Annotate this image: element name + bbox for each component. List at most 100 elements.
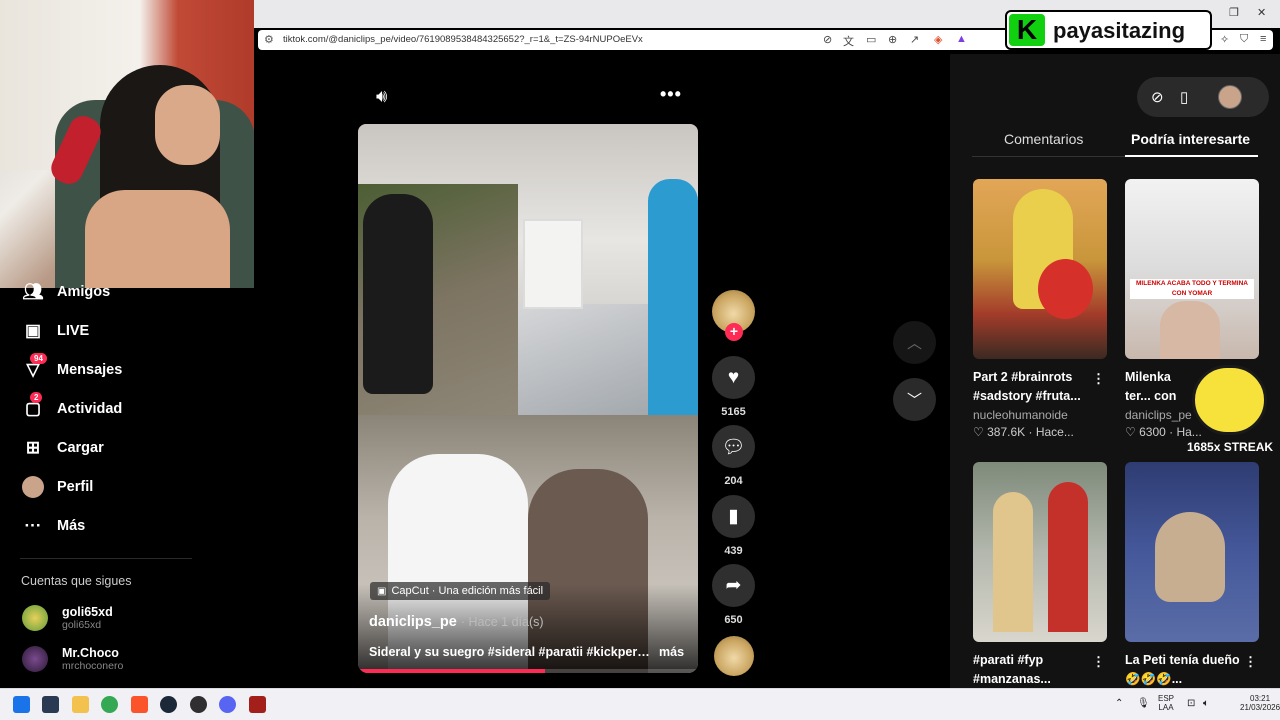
like-action[interactable]: ♥ 5165 bbox=[712, 356, 755, 418]
volume-tray-icon[interactable]: 🔈︎ bbox=[1203, 698, 1209, 709]
messages-badge: 94 bbox=[30, 353, 47, 364]
video-thumbnail[interactable] bbox=[973, 462, 1107, 642]
site-info-icon[interactable]: ⚙ bbox=[264, 33, 274, 46]
rewards-icon[interactable]: ▲ bbox=[956, 33, 967, 45]
video-thumbnail[interactable] bbox=[973, 179, 1107, 359]
video-frame-top bbox=[358, 124, 698, 415]
avatar bbox=[22, 605, 48, 631]
heart-icon[interactable]: ♥ bbox=[712, 356, 755, 399]
profile-avatar bbox=[22, 476, 44, 498]
sidebar-item-cargar[interactable]: ⊞ Cargar bbox=[22, 436, 104, 460]
thumb-caption: MILENKA ACABA TODO Y TERMINA CON YOMAR bbox=[1130, 279, 1254, 299]
compass-icon[interactable]: ⊘ bbox=[1151, 88, 1164, 106]
chrome-icon[interactable] bbox=[101, 696, 118, 713]
zoom-icon[interactable]: ⊕ bbox=[888, 33, 897, 46]
video-progress-fill bbox=[358, 669, 545, 673]
share-icon[interactable]: ↗ bbox=[910, 33, 919, 46]
capcut-badge[interactable]: ▣ CapCut · Una edición más fácil bbox=[370, 582, 551, 600]
video-player[interactable]: ▣ CapCut · Una edición más fácil danicli… bbox=[358, 124, 698, 673]
network-icon[interactable]: ⊡ bbox=[1187, 698, 1195, 709]
comment-icon[interactable]: 💬︎ bbox=[712, 425, 755, 468]
messages-icon: ▽ 94 bbox=[22, 353, 47, 381]
sidebar-item-actividad[interactable]: ▢ 2 Actividad bbox=[22, 392, 122, 421]
tab-podria-interesarte[interactable]: Podría interesarte bbox=[1131, 131, 1250, 147]
sidebar-item-perfil[interactable]: Perfil bbox=[22, 475, 93, 499]
video-author[interactable]: daniclips_pe · Hace 1 día(s) bbox=[369, 614, 544, 630]
suggested-video-card[interactable]: Part 2 #brainrots #sadstory #fruta... nu… bbox=[973, 179, 1107, 439]
webcam-overlay bbox=[0, 0, 254, 288]
streak-text: 1685x STREAK bbox=[1187, 440, 1274, 454]
kick-logo: K bbox=[1009, 14, 1045, 46]
like-count: 5165 bbox=[721, 406, 746, 418]
translate-icon[interactable]: 文 bbox=[843, 33, 854, 49]
video-thumbnail[interactable] bbox=[1125, 462, 1259, 642]
heart-outline-icon: ♡ bbox=[1125, 425, 1140, 439]
file-explorer-icon[interactable] bbox=[72, 696, 89, 713]
share-action[interactable]: ➦ 650 bbox=[712, 564, 755, 626]
sidebar-item-amigos[interactable]: 👥︎ Amigos bbox=[22, 280, 110, 304]
sound-disc-avatar[interactable] bbox=[714, 636, 754, 676]
restore-icon[interactable]: ❐ bbox=[1229, 6, 1239, 19]
steam-icon[interactable] bbox=[160, 696, 177, 713]
volume-icon[interactable]: 🔊︎ bbox=[376, 86, 387, 107]
following-header: Cuentas que sigues bbox=[21, 574, 132, 588]
reader-icon[interactable]: ▭ bbox=[866, 33, 876, 46]
dota-icon[interactable] bbox=[249, 696, 266, 713]
windows-start-icon[interactable] bbox=[13, 696, 30, 713]
previous-video-button[interactable]: ︿ bbox=[893, 321, 936, 364]
video-progress-bar[interactable] bbox=[358, 669, 698, 673]
stream-logo-overlay: K payasitazing bbox=[1005, 10, 1212, 50]
sidebar-item-mas[interactable]: ··· Más bbox=[22, 514, 86, 538]
caption-more-link[interactable]: más bbox=[659, 645, 684, 659]
card-more-icon[interactable]: ⋮ bbox=[1092, 371, 1105, 387]
tab-comentarios[interactable]: Comentarios bbox=[1004, 131, 1083, 147]
sidebar-divider bbox=[20, 558, 192, 559]
heart-outline-icon: ♡ bbox=[973, 425, 988, 439]
save-action[interactable]: ▮ 439 bbox=[712, 495, 755, 557]
task-view-icon[interactable] bbox=[42, 696, 59, 713]
avatar bbox=[22, 646, 48, 672]
brave-icon[interactable] bbox=[131, 696, 148, 713]
chevron-up-icon: ︿ bbox=[906, 335, 922, 352]
comment-count: 204 bbox=[724, 475, 743, 487]
phone-icon[interactable]: ▯ bbox=[1180, 88, 1188, 106]
tray-chevron-icon[interactable]: ⌃ bbox=[1115, 698, 1123, 709]
close-icon[interactable]: ✕ bbox=[1257, 6, 1266, 19]
cast-icon[interactable]: ⊘ bbox=[823, 33, 832, 46]
browser-menu-icon[interactable]: ≡ bbox=[1260, 33, 1266, 45]
bookmark-icon[interactable]: ▮ bbox=[712, 495, 755, 538]
sidebar-item-live[interactable]: ▣ LIVE bbox=[22, 319, 89, 343]
channel-name: payasitazing bbox=[1053, 18, 1186, 43]
obs-icon[interactable] bbox=[190, 696, 207, 713]
activity-icon: ▢ 2 bbox=[24, 392, 43, 418]
more-icon: ··· bbox=[24, 516, 42, 535]
card-more-icon[interactable]: ⋮ bbox=[1092, 654, 1105, 670]
account-avatar[interactable] bbox=[1218, 85, 1242, 109]
video-thumbnail[interactable]: MILENKA ACABA TODO Y TERMINA CON YOMAR bbox=[1125, 179, 1259, 359]
share-count: 650 bbox=[724, 614, 743, 626]
capcut-icon: ▣ bbox=[377, 585, 387, 597]
vpn-shield-icon[interactable]: ⛉ bbox=[1240, 33, 1248, 46]
following-account[interactable]: Mr.Choco mrchoconero bbox=[22, 646, 123, 672]
microphone-tray-icon[interactable]: 🎙︎ bbox=[1137, 698, 1150, 709]
suggested-video-card[interactable]: #parati #fyp #manzanas... ⋮ bbox=[973, 462, 1107, 689]
discord-icon[interactable] bbox=[219, 696, 236, 713]
next-video-button[interactable]: ﹀ bbox=[893, 378, 936, 421]
url-text[interactable]: tiktok.com/@daniclips_pe/video/761908953… bbox=[283, 34, 643, 45]
share-arrow-icon[interactable]: ➦ bbox=[712, 564, 755, 607]
sidebar-item-mensajes[interactable]: ▽ 94 Mensajes bbox=[22, 353, 122, 382]
live-icon: ▣ bbox=[24, 321, 42, 340]
activity-badge: 2 bbox=[30, 392, 43, 403]
comment-action[interactable]: 💬︎ 204 bbox=[712, 425, 755, 487]
card-more-icon[interactable]: ⋮ bbox=[1244, 654, 1257, 670]
bookmark-star-icon[interactable]: ✧ bbox=[1220, 33, 1229, 46]
save-count: 439 bbox=[724, 545, 743, 557]
following-account[interactable]: goli65xd goli65xd bbox=[22, 605, 113, 631]
brave-shield-icon[interactable]: ◈ bbox=[934, 33, 942, 46]
language-indicator[interactable]: ESP LAA bbox=[1158, 694, 1174, 712]
suggested-video-card[interactable]: La Peti tenía dueño🤣🤣🤣... ⋮ bbox=[1125, 462, 1259, 689]
more-options-icon[interactable]: ••• bbox=[660, 84, 682, 105]
chevron-down-icon: ﹀ bbox=[906, 392, 922, 409]
follow-plus-icon[interactable]: + bbox=[725, 323, 743, 341]
clock[interactable]: 03:21 21/03/2026 bbox=[1240, 694, 1280, 712]
